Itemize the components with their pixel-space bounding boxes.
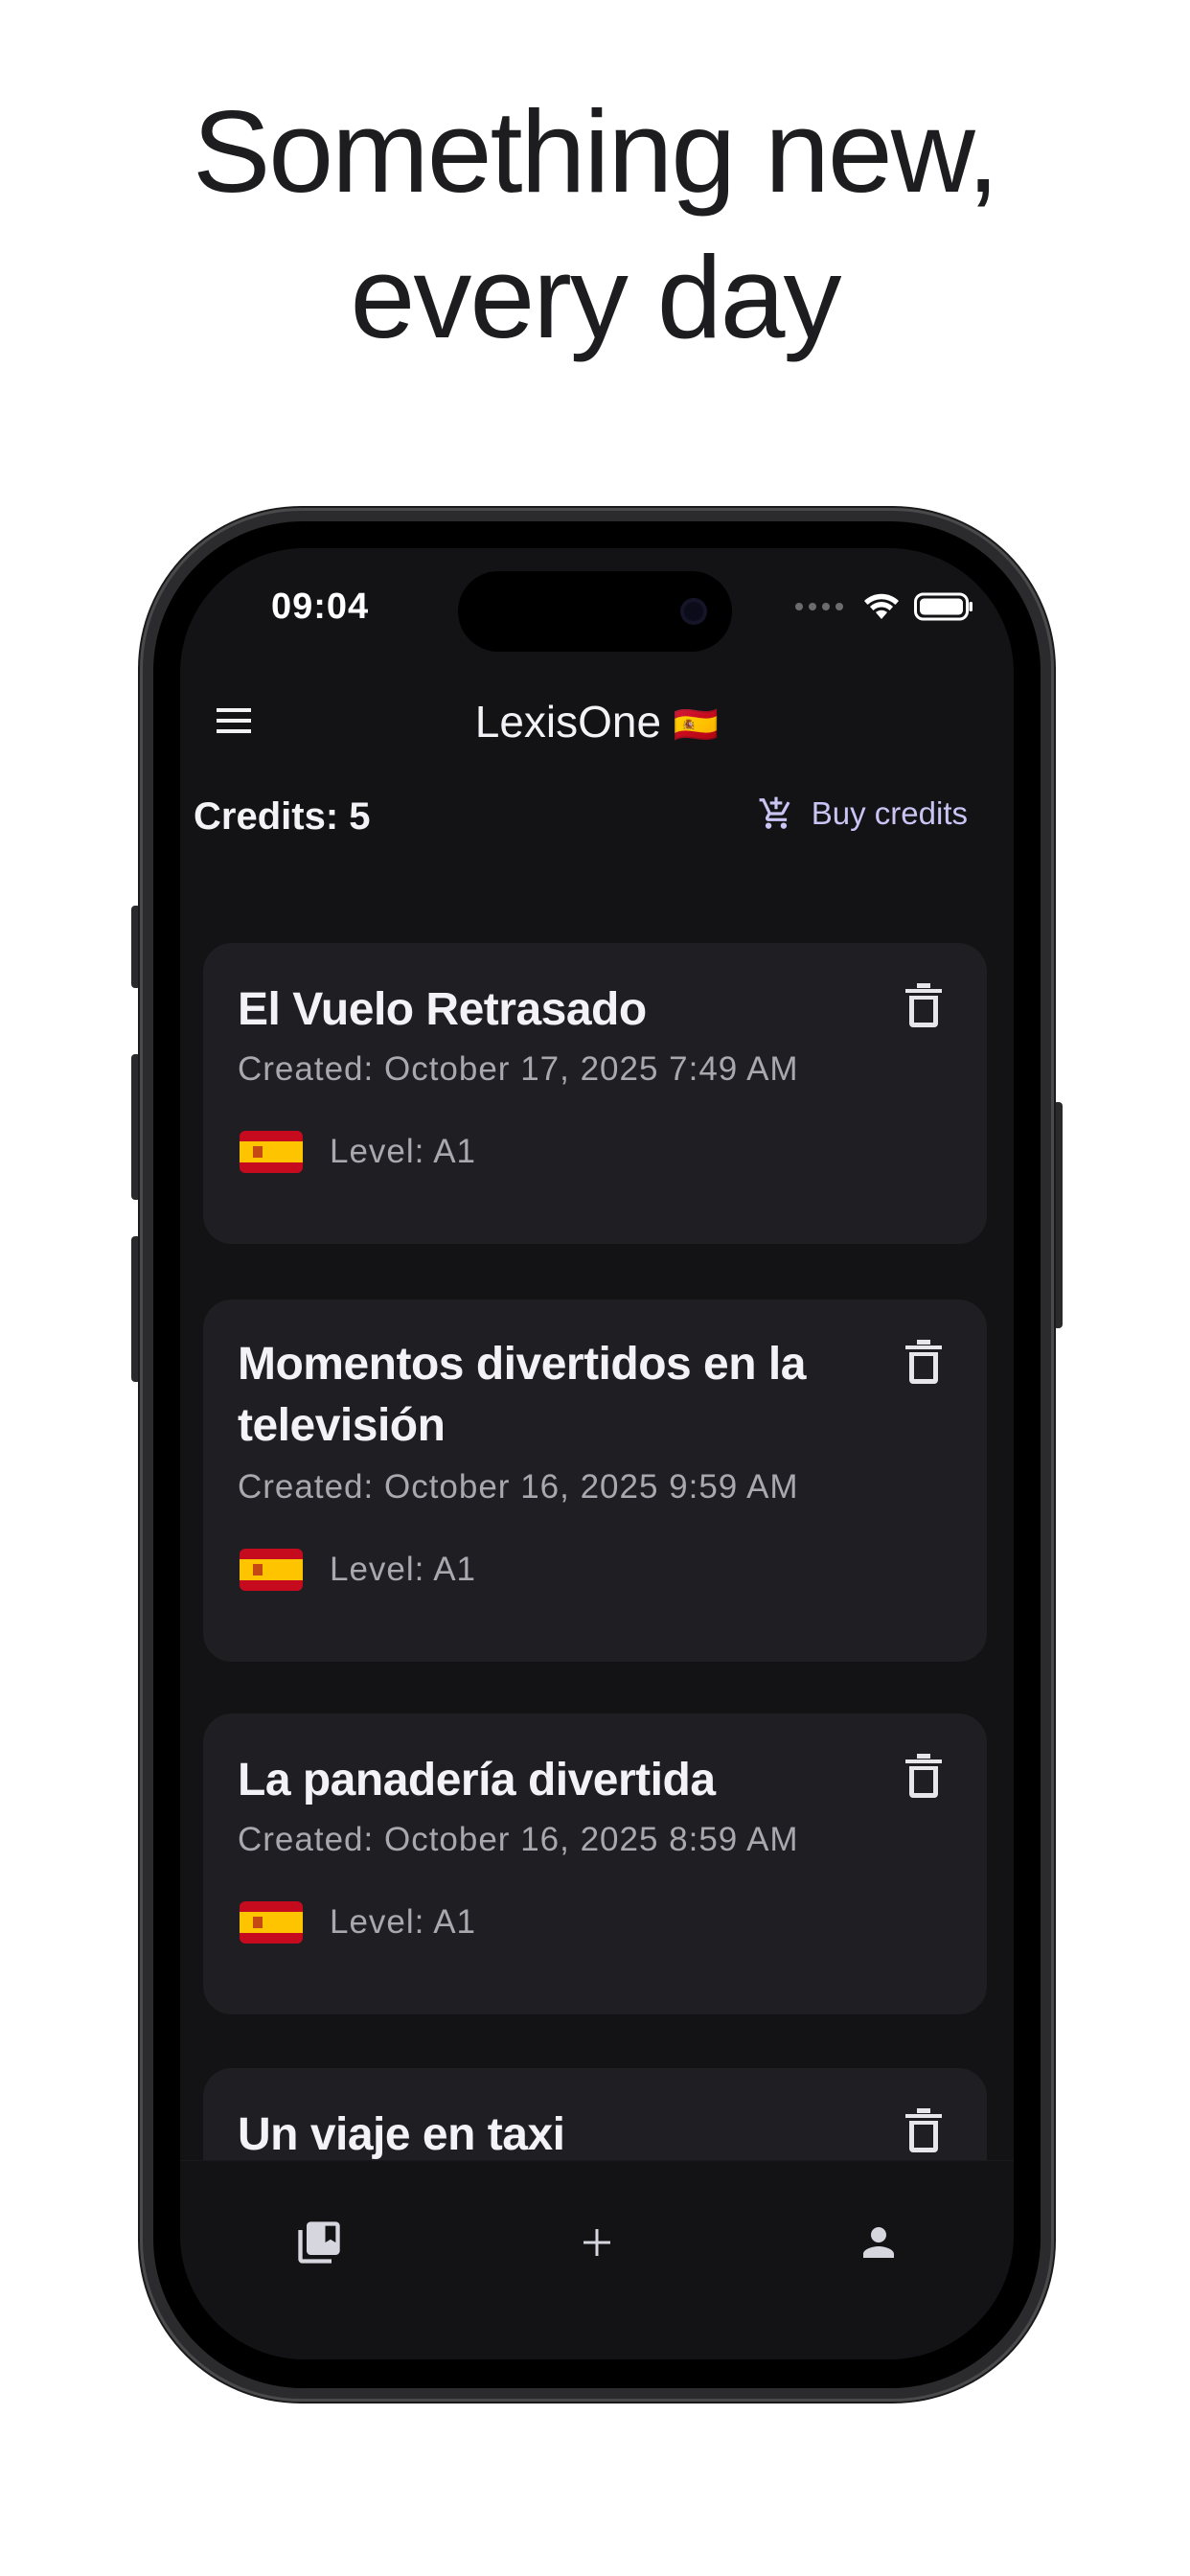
headline-line-1: Something new, xyxy=(192,86,999,217)
story-level: Level: A1 xyxy=(330,1551,476,1588)
add-icon xyxy=(584,2229,610,2256)
headline-line-2: every day xyxy=(350,232,842,362)
status-time: 09:04 xyxy=(271,586,370,627)
app-title-text: LexisOne xyxy=(474,697,662,747)
dynamic-island xyxy=(458,571,732,652)
story-card[interactable]: La panadería divertida Created: October … xyxy=(203,1714,987,2014)
phone-screen: 09:04 LexisOne 🇪🇸 Credits: 5 Buy credits… xyxy=(180,548,1014,2359)
delete-icon[interactable] xyxy=(903,1338,945,1386)
story-card[interactable]: Momentos divertidos en la televisión Cre… xyxy=(203,1300,987,1662)
library-icon xyxy=(298,2221,340,2264)
cart-add-icon xyxy=(759,796,790,829)
nav-profile[interactable] xyxy=(845,2209,912,2276)
story-created-date: Created: October 16, 2025 8:59 AM xyxy=(238,1821,799,1858)
signal-dots-icon xyxy=(795,603,843,610)
delete-icon[interactable] xyxy=(903,1752,945,1800)
story-title: El Vuelo Retrasado xyxy=(238,984,647,1035)
credits-count: Credits: 5 xyxy=(194,795,371,838)
spain-flag-icon xyxy=(240,1549,303,1591)
story-card[interactable]: El Vuelo Retrasado Created: October 17, … xyxy=(203,943,987,1244)
status-icons xyxy=(795,592,973,621)
bottom-navigation xyxy=(180,2160,1014,2359)
story-title: Un viaje en taxi xyxy=(238,2109,565,2160)
wifi-icon xyxy=(864,593,899,619)
nav-add[interactable] xyxy=(563,2209,630,2276)
story-title: La panadería divertida xyxy=(238,1755,716,1806)
story-created-date: Created: October 17, 2025 7:49 AM xyxy=(238,1050,799,1088)
story-level: Level: A1 xyxy=(330,1903,476,1941)
profile-icon xyxy=(863,2227,894,2258)
spain-flag-emoji: 🇪🇸 xyxy=(673,703,720,746)
delete-icon[interactable] xyxy=(903,2106,945,2154)
battery-icon xyxy=(914,592,973,621)
delete-icon[interactable] xyxy=(903,981,945,1029)
spain-flag-icon xyxy=(240,1131,303,1173)
power-button xyxy=(1053,1102,1063,1328)
app-title: LexisOne 🇪🇸 xyxy=(180,696,1014,748)
buy-credits-button[interactable]: Buy credits xyxy=(758,795,968,832)
story-level: Level: A1 xyxy=(330,1133,476,1170)
story-created-date: Created: October 16, 2025 9:59 AM xyxy=(238,1468,799,1506)
spain-flag-icon xyxy=(240,1901,303,1944)
app-bar: LexisOne 🇪🇸 xyxy=(180,673,1014,769)
camera-icon xyxy=(680,598,707,625)
nav-library[interactable] xyxy=(286,2209,353,2276)
marketing-headline: Something new, every day xyxy=(0,79,1190,370)
buy-credits-label: Buy credits xyxy=(811,795,968,831)
story-title: Momentos divertidos en la televisión xyxy=(238,1339,806,1451)
